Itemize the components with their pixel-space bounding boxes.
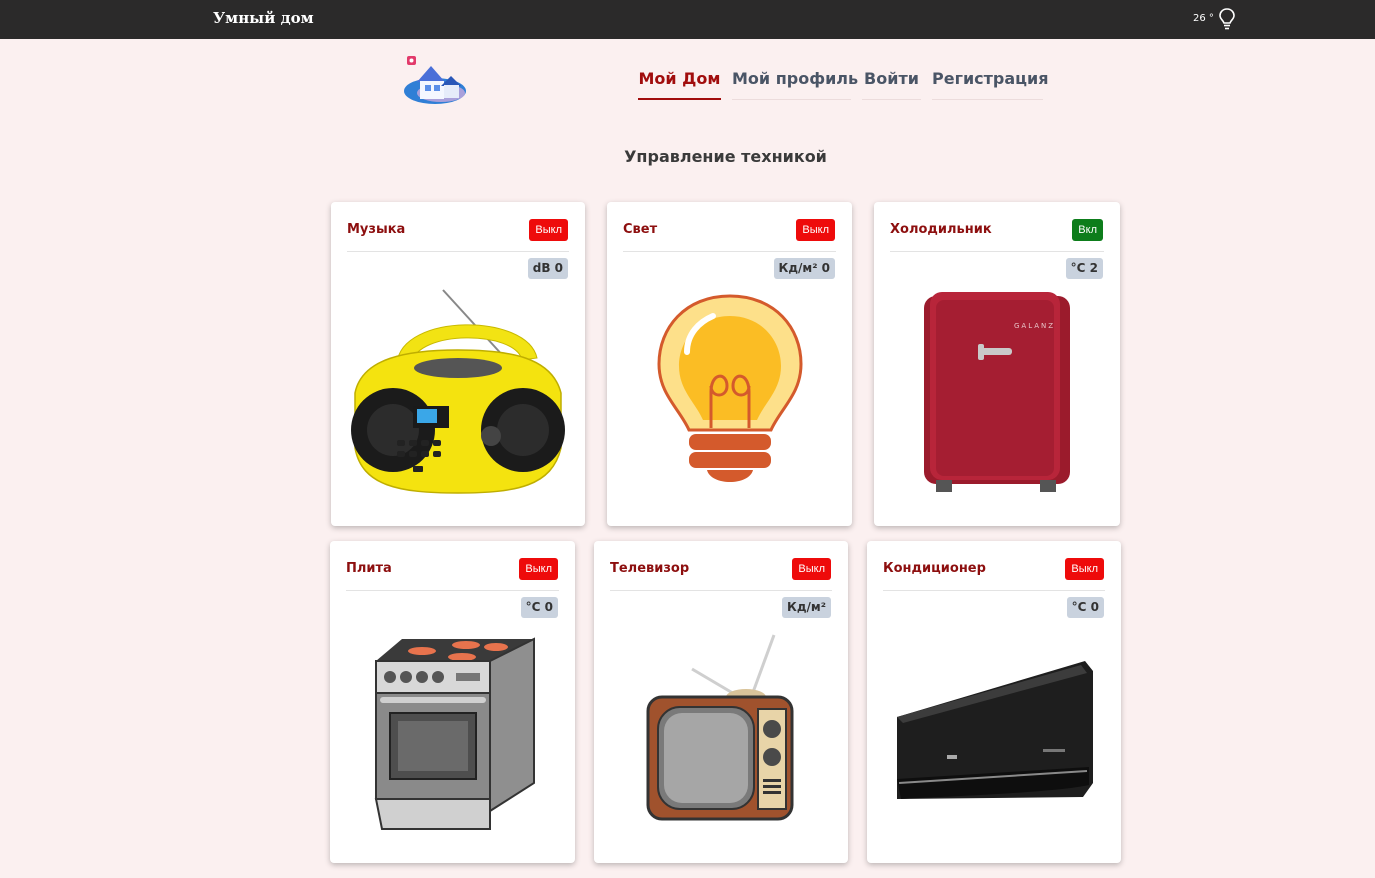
- svg-text:GALANZ: GALANZ: [1014, 322, 1055, 330]
- nav-my-profile[interactable]: Мой профиль: [732, 60, 858, 100]
- power-toggle-button[interactable]: Выкл: [519, 558, 558, 580]
- sensor-reading-badge: dB 0: [527, 258, 568, 279]
- device-card-music: Музыка Выкл dB 0: [331, 202, 585, 526]
- power-toggle-button[interactable]: Выкл: [529, 219, 568, 241]
- page-title: Управление техникой: [624, 147, 827, 166]
- device-name: Музыка: [347, 222, 406, 237]
- card-divider: [883, 590, 1105, 591]
- card-divider: [347, 251, 569, 252]
- device-name: Телевизор: [610, 561, 690, 576]
- device-card-tv: Телевизор Выкл Кд/м²: [594, 541, 848, 863]
- sensor-reading-badge: Кд/м²: [782, 597, 831, 618]
- device-name: Свет: [623, 222, 658, 237]
- sensor-reading-badge: °C 2: [1065, 258, 1103, 279]
- fridge-icon: GALANZ: [924, 292, 1070, 492]
- power-toggle-button[interactable]: Выкл: [796, 219, 835, 241]
- light-bulb-icon[interactable]: [1217, 7, 1237, 31]
- air-conditioner-icon: [897, 661, 1093, 799]
- nav-login[interactable]: Войти: [862, 60, 921, 100]
- temperature-readout: 26 °: [1193, 13, 1214, 24]
- nav-my-home[interactable]: Мой Дом: [638, 60, 721, 100]
- stove-icon: [374, 637, 535, 830]
- device-name: Плита: [346, 561, 392, 576]
- brand-title: Умный дом: [213, 9, 314, 27]
- sensor-reading-badge: °C 0: [1066, 597, 1104, 618]
- card-divider: [610, 590, 832, 591]
- device-card-air-conditioner: Кондиционер Выкл °C 0: [867, 541, 1121, 863]
- main-nav: Мой Дом Мой профиль Войти Регистрация: [0, 60, 1375, 100]
- light-bulb-icon: [657, 294, 803, 482]
- device-card-light: Свет Выкл Кд/м² 0: [607, 202, 852, 526]
- device-name: Кондиционер: [883, 561, 986, 576]
- sensor-reading-badge: °C 0: [520, 597, 558, 618]
- power-toggle-button[interactable]: Выкл: [1065, 558, 1104, 580]
- top-bar: Умный дом 26 °: [0, 0, 1375, 39]
- power-toggle-button[interactable]: Выкл: [792, 558, 831, 580]
- sensor-reading-badge: Кд/м² 0: [773, 258, 835, 279]
- device-name: Холодильник: [890, 222, 992, 237]
- card-divider: [890, 251, 1104, 252]
- device-card-fridge: Холодильник Вкл °C 2 GALANZ: [874, 202, 1120, 526]
- power-toggle-button[interactable]: Вкл: [1072, 219, 1103, 241]
- nav-register[interactable]: Регистрация: [932, 60, 1049, 100]
- card-divider: [346, 590, 559, 591]
- boombox-icon: [351, 289, 565, 494]
- card-divider: [623, 251, 836, 252]
- tv-icon: [646, 634, 794, 821]
- device-card-stove: Плита Выкл °C 0: [330, 541, 575, 863]
